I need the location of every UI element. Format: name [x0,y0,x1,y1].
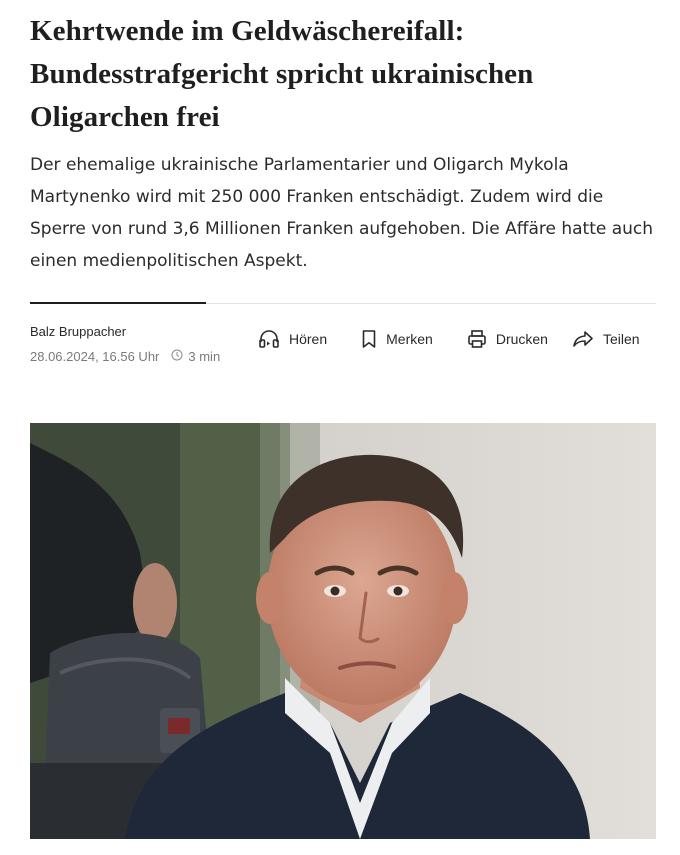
share-button[interactable]: Teilen [572,329,640,349]
read-time: 3 min [171,349,220,364]
share-label: Teilen [602,331,640,347]
article-photo [30,423,656,839]
bookmark-icon [361,329,377,349]
article-lead: Der ehemalige ukrainische Parlamentarier… [30,155,654,271]
article-meta: 28.06.2024, 16.56 Uhr 3 min [30,349,220,364]
article-headline: Kehrtwende im Geldwäschereifall: Bundess… [30,15,534,133]
print-label: Drucken [495,331,548,347]
share-icon [572,329,594,349]
publish-date: 28.06.2024, 16.56 Uhr [30,349,160,364]
read-time-label: 3 min [188,349,221,364]
listen-label: Hören [289,331,328,347]
article-actions: Hören Merken Drucken Teilen [258,329,640,349]
bookmark-button[interactable]: Merken [361,329,433,349]
printer-icon [467,329,487,349]
clock-icon [171,349,183,364]
author-name[interactable]: Balz Bruppacher [30,324,126,339]
divider-accent [30,302,206,304]
listen-button[interactable]: Hören [258,329,327,349]
headphones-icon [258,329,280,349]
bookmark-label: Merken [386,331,433,347]
photo-illustration [30,423,656,839]
print-button[interactable]: Drucken [467,329,548,349]
